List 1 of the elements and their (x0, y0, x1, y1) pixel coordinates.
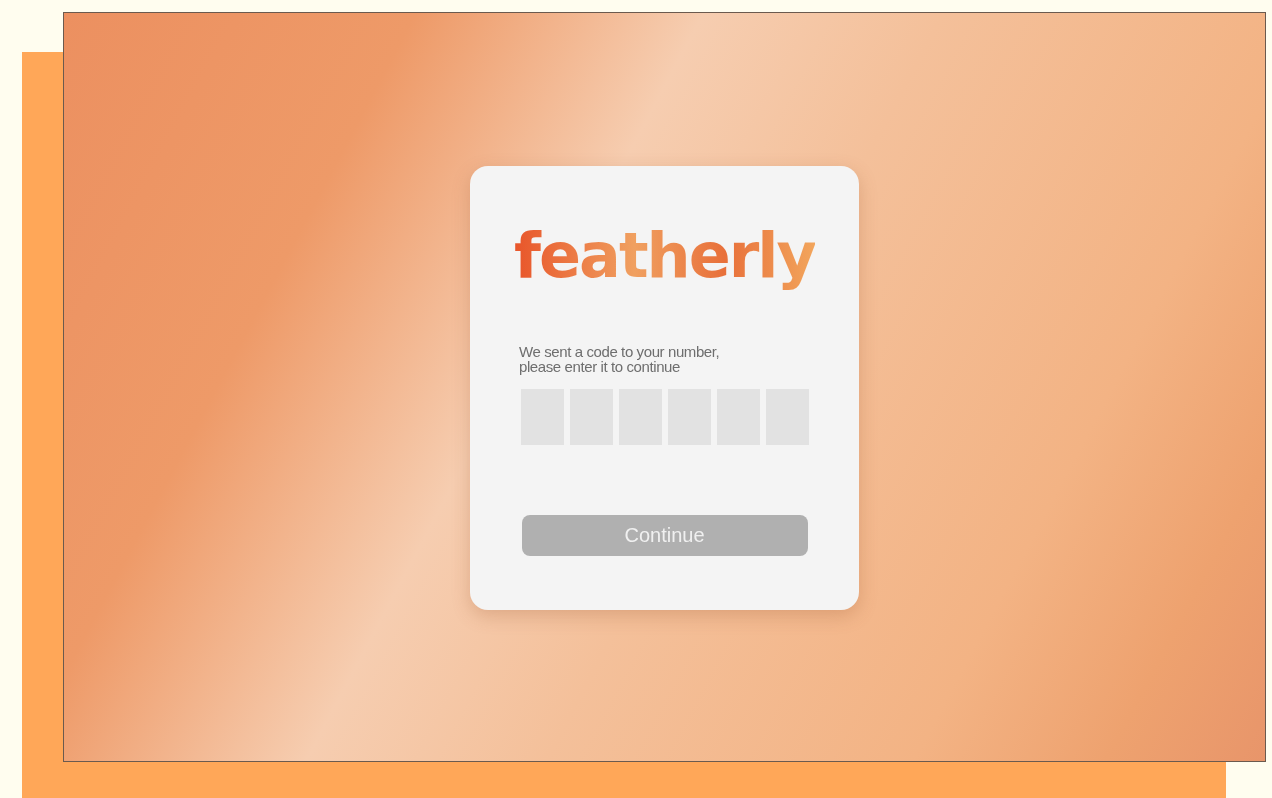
instruction-text: We sent a code to your number, please enter it to continue (519, 344, 720, 374)
